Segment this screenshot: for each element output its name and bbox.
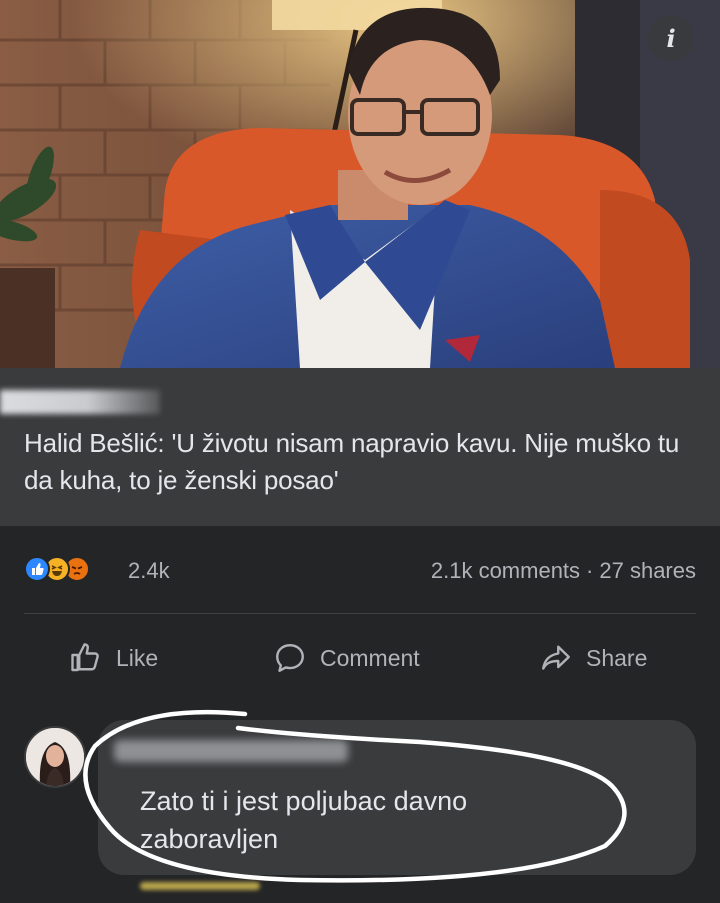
separator: · [586,558,594,583]
info-icon[interactable]: i [648,15,694,61]
post-stats: 2.4k 2.1k comments · 27 shares [0,526,720,614]
comment-text: Zato ti i jest poljubac davno zaboravlje… [140,786,468,854]
thumbs-up-icon [71,643,99,672]
share-count[interactable]: 27 shares [599,558,696,583]
share-arrow-icon [542,645,570,670]
share-label: Share [586,644,648,671]
comment-section: Zato ti i jest poljubac davno zaboravlje… [0,706,720,903]
share-button[interactable]: Share [538,638,647,678]
like-button[interactable]: Like [68,638,158,678]
comment-bubble[interactable]: Zato ti i jest poljubac davno zaboravlje… [98,720,696,875]
action-bar: Like Comment Share [0,614,720,706]
article-headline[interactable]: Halid Bešlić: 'U životu nisam napravio k… [24,425,694,499]
like-reaction-icon [24,556,50,582]
reaction-count[interactable]: 2.4k [128,558,170,584]
comment-label: Comment [320,644,420,671]
comments-shares: 2.1k comments · 27 shares [431,558,696,584]
comment-count[interactable]: 2.1k comments [431,558,580,583]
comment-button[interactable]: Comment [272,638,420,678]
redacted-source [0,390,160,414]
post-photo[interactable]: i [0,0,720,368]
redacted-commenter-name [114,740,348,762]
photo-illustration [0,0,720,368]
commenter-avatar[interactable] [24,726,86,788]
link-preview[interactable]: Halid Bešlić: 'U životu nisam napravio k… [0,368,720,526]
like-label: Like [116,644,159,671]
speech-bubble-icon [276,644,304,672]
next-item-peek [140,882,260,890]
